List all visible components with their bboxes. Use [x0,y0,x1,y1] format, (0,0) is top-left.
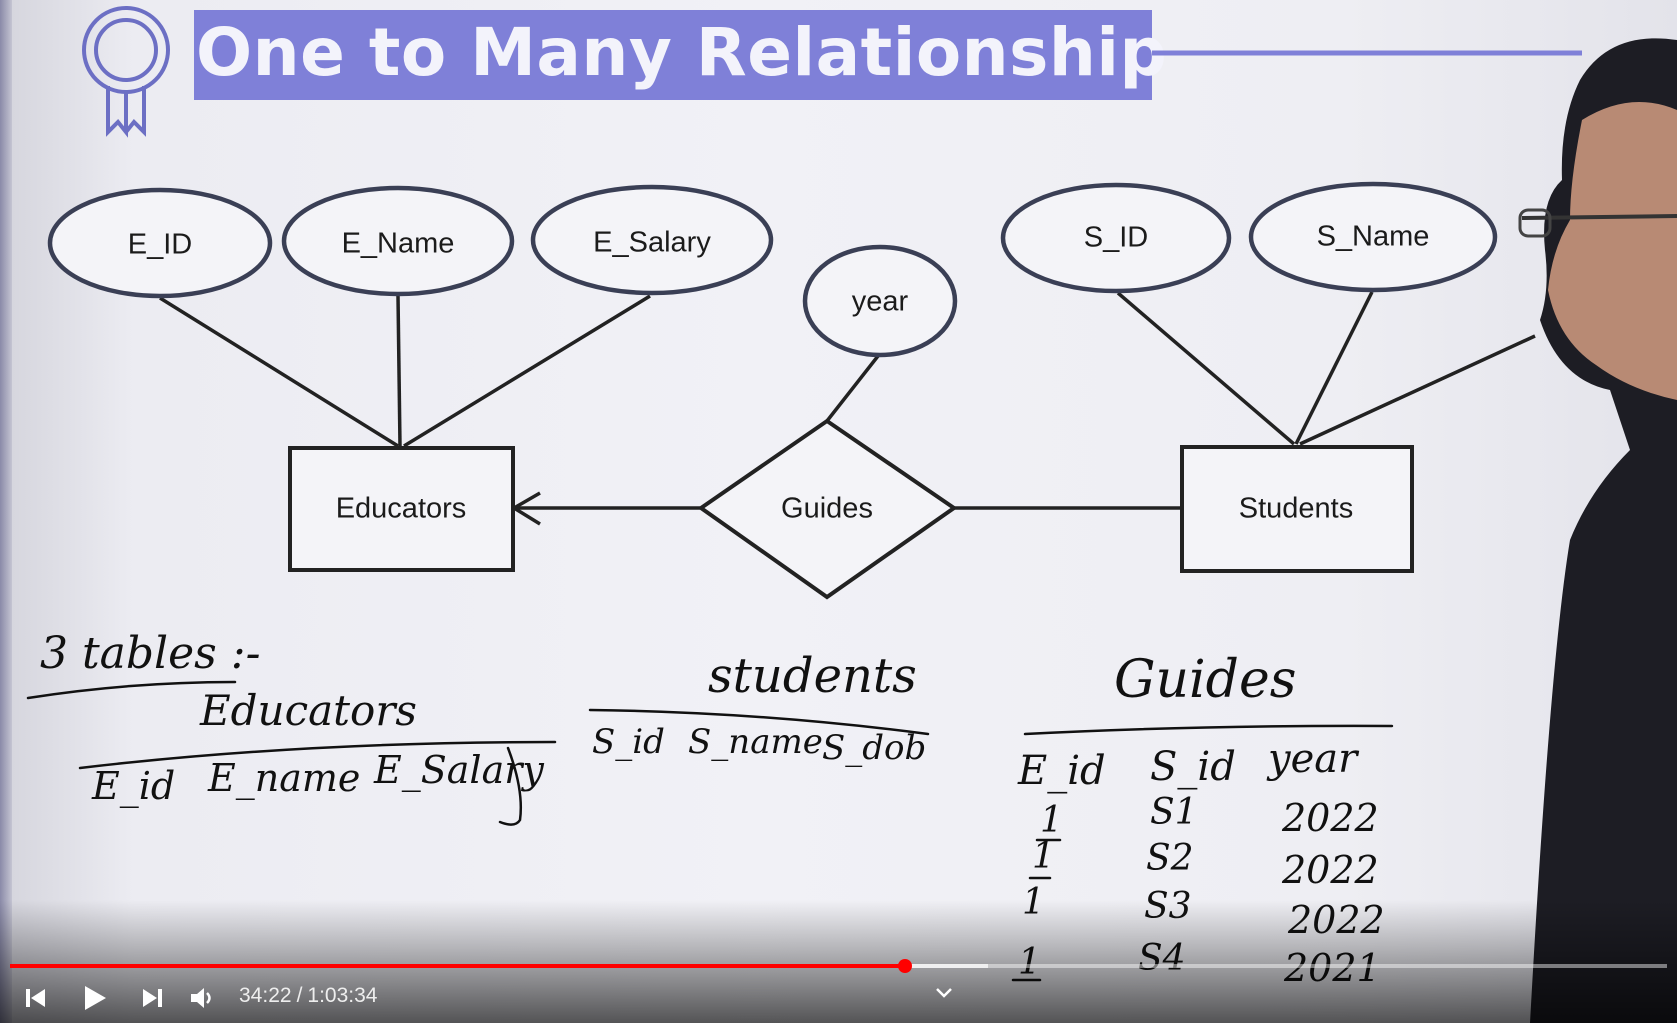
guides-row-2-s-id: S2 [1146,838,1194,879]
slide-title: One to Many Relationship [196,14,1168,91]
guides-row-2-year: 2022 [1282,848,1379,892]
video-frame[interactable]: One to Many Relationship E_ID E_Name E_S… [0,0,1677,1023]
progress-played [10,964,905,968]
play-button[interactable] [76,980,112,1016]
previous-icon [26,989,45,1007]
attribute-year-label: year [851,285,909,318]
connector-year [825,354,880,423]
educators-col-e-id: E_id [92,764,176,808]
attribute-e-name-label: E_Name [341,227,455,260]
guides-row-1-e-id: 1 [1040,800,1063,841]
notes-heading: 3 tables :- [40,628,261,679]
connector-s-name [1294,291,1374,445]
educators-col-e-salary: E_Salary [374,748,544,792]
students-table-name: students [708,648,917,704]
current-time: 34:22 [239,984,292,1007]
award-ribbon-icon [82,6,170,138]
guides-table-name: Guides [1114,650,1297,710]
time-separator: / [296,984,303,1007]
educators-table-name: Educators [200,686,417,735]
next-icon [143,989,162,1007]
educators-col-e-name: E_name [208,756,361,800]
previous-button[interactable] [18,980,54,1016]
play-icon [85,986,106,1010]
attribute-e-salary-label: E_Salary [593,226,711,259]
attribute-e-id-label: E_ID [127,228,193,261]
attribute-s-id-label: S_ID [1083,221,1149,254]
guides-row-1-s-id: S1 [1150,792,1198,833]
guides-row-1-year: 2022 [1282,796,1379,840]
students-col-s-name: S_name [688,722,823,762]
volume-icon [191,988,211,1008]
guides-row-2-e-id: 1 [1032,836,1055,877]
connector-e-name [396,295,402,447]
students-col-s-dob: S_dob [822,728,927,768]
attribute-s-name-label: S_Name [1316,220,1430,253]
volume-button[interactable] [184,980,220,1016]
chevron-down-icon [936,988,952,998]
connector-e-salary [403,294,651,448]
duration: 1:03:34 [307,984,378,1007]
entity-educators-label: Educators [335,492,467,525]
connector-s-id [1116,291,1296,446]
relationship-guides-label: Guides [781,492,873,525]
underline-guides [1023,724,1394,736]
chapter-expand-button[interactable] [926,975,962,1011]
connector-e-id [159,296,399,448]
progress-scrubber-handle[interactable] [897,959,912,973]
progress-bar[interactable] [10,959,1667,973]
next-button[interactable] [134,980,170,1016]
entity-students-label: Students [1238,492,1354,525]
guides-col-s-id: S_id [1150,744,1236,790]
presenter [1518,38,1677,1023]
guides-col-year: year [1268,736,1358,782]
students-col-s-id: S_id [592,722,665,762]
time-readout: 34:22/1:03:34 [239,984,377,1008]
guides-col-e-id: E_id [1018,748,1106,794]
